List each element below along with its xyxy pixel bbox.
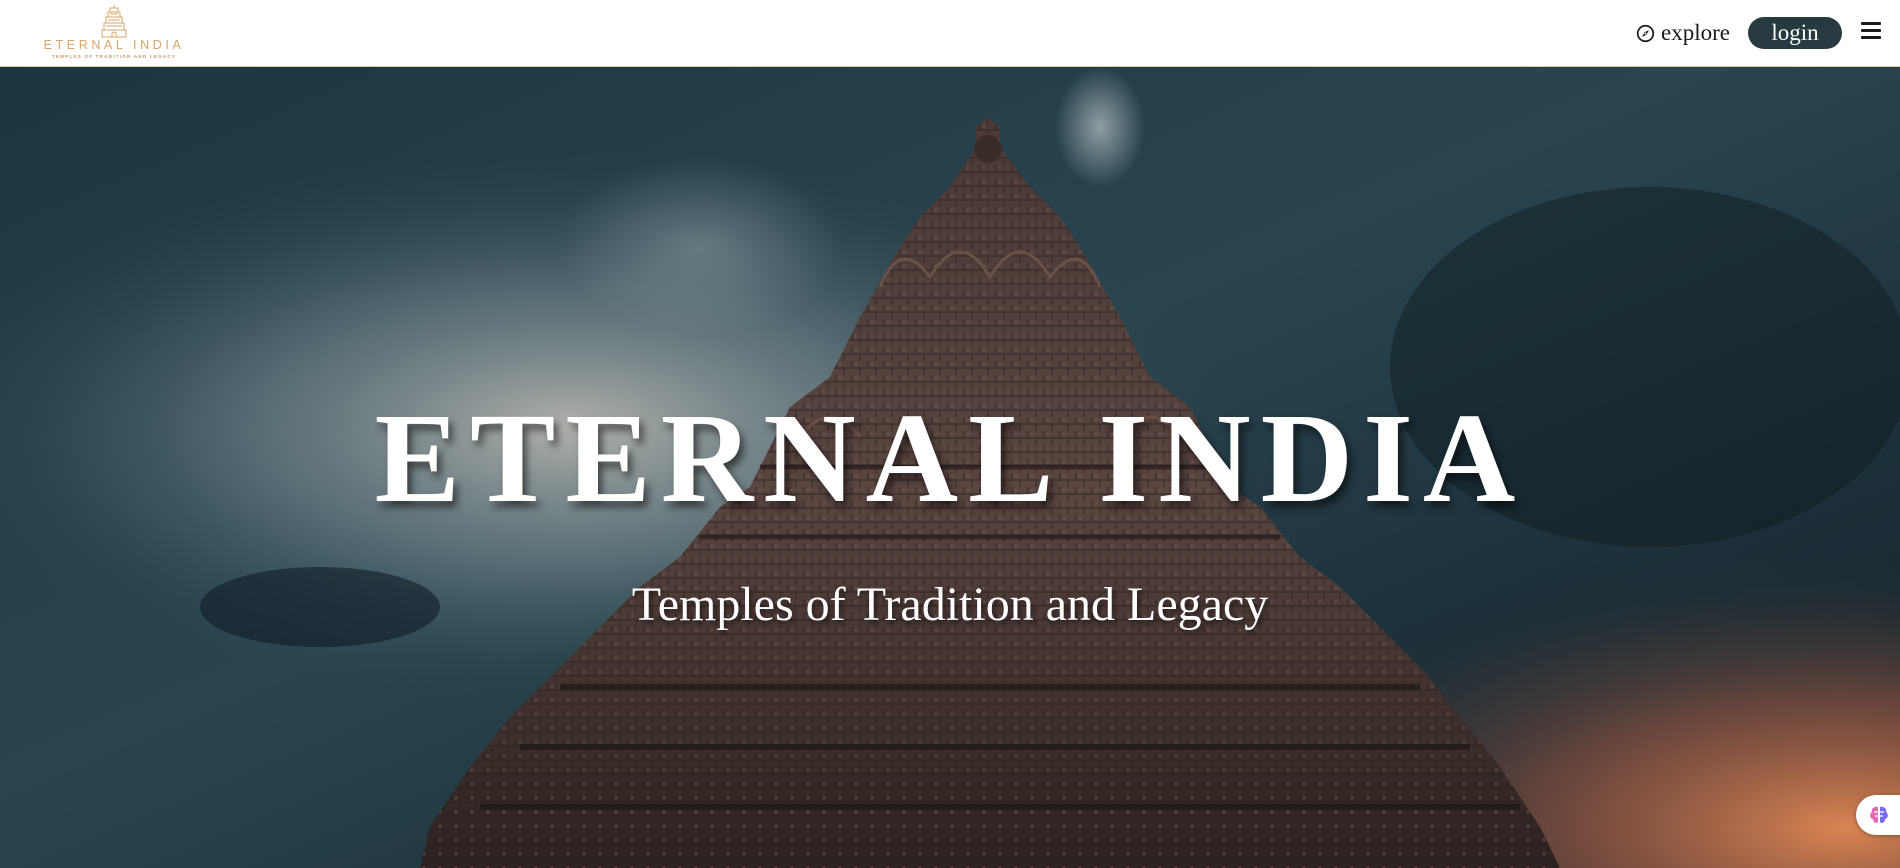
hero-subtitle: Temples of Tradition and Legacy xyxy=(631,578,1269,631)
temple-logo-icon xyxy=(101,5,127,38)
hero-section: ETERNAL INDIA Temples of Tradition and L… xyxy=(0,67,1900,868)
explore-label: explore xyxy=(1661,20,1730,45)
site-logo[interactable]: ETERNAL INDIA TEMPLES OF TRADITION AND L… xyxy=(38,4,190,62)
hamburger-menu-icon[interactable] xyxy=(1861,21,1883,41)
brain-icon xyxy=(1870,806,1888,823)
explore-link[interactable]: explore xyxy=(1636,19,1730,47)
login-button[interactable]: login xyxy=(1748,17,1842,49)
hero-title: ETERNAL INDIA xyxy=(374,387,1526,529)
logo-title: ETERNAL INDIA xyxy=(43,38,185,52)
logo-tagline: TEMPLES OF TRADITION AND LEGACY xyxy=(51,54,177,59)
top-navigation-bar: ETERNAL INDIA TEMPLES OF TRADITION AND L… xyxy=(0,0,1900,67)
assistant-widget-button[interactable] xyxy=(1856,795,1900,835)
compass-icon xyxy=(1636,24,1655,43)
